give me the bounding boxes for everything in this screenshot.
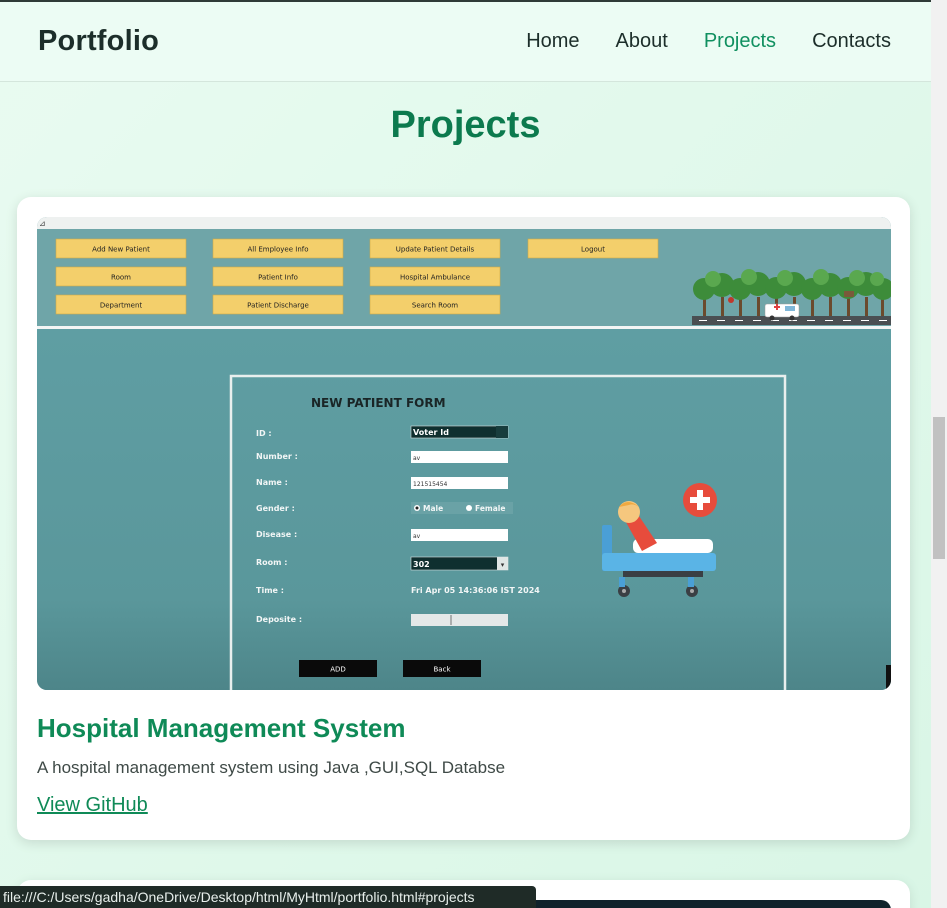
menu-button-room: Room <box>55 266 187 287</box>
menu-button-logout: Logout <box>527 238 659 259</box>
gender-radio-group: Male Female <box>411 502 513 514</box>
project-screenshot: ⊿ Add New Patient All Employee Info Upda… <box>37 217 891 690</box>
chevron-down-icon: ▾ <box>501 561 505 569</box>
form-add-button: ADD <box>299 660 377 677</box>
menu-button-update-patient-details: Update Patient Details <box>369 238 501 259</box>
time-value: Fri Apr 05 14:36:06 IST 2024 <box>411 586 540 595</box>
scrollbar-thumb[interactable] <box>933 417 945 559</box>
id-select-value: Voter Id <box>413 428 449 437</box>
field-label-time: Time : <box>256 586 284 595</box>
svg-text:⊿: ⊿ <box>39 219 46 228</box>
menu-button-label: All Employee Info <box>247 246 308 254</box>
view-github-link[interactable]: View GitHub <box>37 794 148 817</box>
field-label-deposite: Deposite : <box>256 615 302 624</box>
navbar: Portfolio Home About Projects Contacts <box>0 2 931 82</box>
field-label-room: Room : <box>256 558 287 567</box>
field-label-id: ID : <box>256 429 272 438</box>
room-select-value: 302 <box>413 560 430 569</box>
project-card: ⊿ Add New Patient All Employee Info Upda… <box>17 197 910 840</box>
menu-button-add-new-patient: Add New Patient <box>55 238 187 259</box>
form-back-button: Back <box>403 660 481 677</box>
menu-button-label: Update Patient Details <box>396 246 475 254</box>
section-title: Projects <box>390 104 541 146</box>
menu-button-patient-info: Patient Info <box>212 266 344 287</box>
menu-button-label: Add New Patient <box>92 246 150 254</box>
menu-button-label: Department <box>100 302 143 310</box>
field-label-number: Number : <box>256 452 298 461</box>
deposite-input <box>411 614 508 626</box>
field-label-gender: Gender : <box>256 504 295 513</box>
number-input <box>411 451 508 463</box>
menu-button-label: Room <box>111 274 131 282</box>
nav-link-contacts[interactable]: Contacts <box>812 30 891 53</box>
menu-button-all-employee-info: All Employee Info <box>212 238 344 259</box>
project-description: A hospital management system using Java … <box>37 758 506 777</box>
nav-links: Home About Projects Contacts <box>526 30 891 53</box>
form-add-button-label: ADD <box>330 666 346 674</box>
nav-link-home[interactable]: Home <box>526 30 579 53</box>
form-title: NEW PATIENT FORM <box>311 396 446 410</box>
nav-link-about[interactable]: About <box>616 30 668 53</box>
menu-button-label: Patient Info <box>258 274 298 282</box>
scrollbar[interactable] <box>931 0 947 908</box>
menu-button-department: Department <box>55 294 187 315</box>
menu-button-search-room: Search Room <box>369 294 501 315</box>
brand-logo[interactable]: Portfolio <box>38 25 159 58</box>
menu-button-label: Logout <box>581 246 605 254</box>
gender-female-label: Female <box>475 504 505 513</box>
form-back-button-label: Back <box>434 666 452 674</box>
disease-input-value: av <box>413 533 421 540</box>
menu-button-hospital-ambulance: Hospital Ambulance <box>369 266 501 287</box>
nav-link-projects[interactable]: Projects <box>704 30 776 53</box>
name-input-value: 121515454 <box>413 481 448 488</box>
menu-button-patient-discharge: Patient Discharge <box>212 294 344 315</box>
menu-button-label: Hospital Ambulance <box>400 274 470 282</box>
status-bar-url: file:///C:/Users/gadha/OneDrive/Desktop/… <box>0 886 536 908</box>
number-input-value: av <box>413 455 421 462</box>
field-label-name: Name : <box>256 478 288 487</box>
menu-button-label: Search Room <box>412 302 458 310</box>
gender-male-label: Male <box>423 504 443 513</box>
project-title: Hospital Management System <box>37 713 406 743</box>
disease-input <box>411 529 508 541</box>
field-label-disease: Disease : <box>256 530 297 539</box>
menu-button-label: Patient Discharge <box>247 302 309 310</box>
